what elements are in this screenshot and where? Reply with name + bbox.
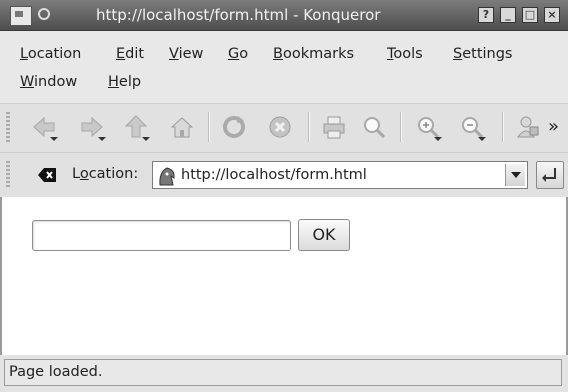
location-toolbar: Location: http://localhost/form.html xyxy=(0,152,568,198)
clear-location-icon[interactable] xyxy=(38,168,56,182)
go-button[interactable] xyxy=(536,161,564,189)
toolbar-drag-handle[interactable] xyxy=(6,112,10,144)
up-icon[interactable] xyxy=(122,113,150,141)
toolbar-separator xyxy=(208,112,210,142)
menu-bookmarks[interactable]: Bookmarks xyxy=(273,46,354,62)
up-dropdown-icon[interactable] xyxy=(142,137,150,141)
find-icon[interactable] xyxy=(360,113,388,141)
menu-view[interactable]: View xyxy=(169,46,203,62)
zoom-out-icon[interactable] xyxy=(458,113,486,141)
window-title: http://localhost/form.html - Konqueror xyxy=(96,6,381,24)
reload-icon[interactable] xyxy=(220,113,248,141)
form-text-input[interactable] xyxy=(32,220,291,251)
security-icon[interactable] xyxy=(514,113,542,141)
zoom-out-dropdown-icon[interactable] xyxy=(478,137,486,141)
location-combobox[interactable]: http://localhost/form.html xyxy=(152,161,528,189)
close-button[interactable]: × xyxy=(544,7,560,23)
sticky-pin-icon[interactable] xyxy=(38,8,50,20)
menu-location[interactable]: Location xyxy=(20,46,81,62)
forward-icon[interactable] xyxy=(78,113,106,141)
toolbar-separator xyxy=(502,112,504,142)
location-label: Location: xyxy=(72,166,139,182)
main-toolbar: » xyxy=(0,103,568,152)
maximize-button[interactable]: □ xyxy=(522,7,538,23)
menu-bar: Location Edit View Go Bookmarks Tools Settings… xyxy=(0,31,568,103)
help-window-icon[interactable]: ? xyxy=(478,7,494,23)
status-bar: Page loaded. xyxy=(0,356,568,392)
location-url[interactable]: http://localhost/form.html xyxy=(181,167,367,183)
location-history-dropdown-icon[interactable] xyxy=(505,164,525,186)
forward-dropdown-icon[interactable] xyxy=(98,137,106,141)
zoom-in-dropdown-icon[interactable] xyxy=(434,137,442,141)
status-panel: Page loaded. xyxy=(4,359,562,386)
toolbar-separator xyxy=(308,112,310,142)
ok-button[interactable]: OK xyxy=(298,219,350,251)
title-bar[interactable]: http://localhost/form.html - Konqueror ?… xyxy=(0,0,568,31)
location-drag-handle[interactable] xyxy=(6,161,10,189)
page-viewport: OK xyxy=(0,197,568,355)
menu-tools[interactable]: Tools xyxy=(387,46,423,62)
zoom-in-icon[interactable] xyxy=(414,113,442,141)
minimize-button[interactable]: _ xyxy=(500,7,516,23)
home-icon[interactable] xyxy=(168,113,196,141)
menu-help[interactable]: Help xyxy=(108,74,141,90)
menu-edit[interactable]: Edit xyxy=(116,46,144,62)
toolbar-overflow-button[interactable]: » xyxy=(548,116,559,137)
konqueror-favicon-icon xyxy=(157,166,177,186)
stop-icon[interactable] xyxy=(266,113,294,141)
status-text: Page loaded. xyxy=(9,364,103,380)
konqueror-window: http://localhost/form.html - Konqueror ?… xyxy=(0,0,568,392)
menu-window[interactable]: Window xyxy=(20,74,77,90)
print-icon[interactable] xyxy=(320,113,348,141)
back-icon[interactable] xyxy=(30,113,58,141)
menu-settings[interactable]: Settings xyxy=(453,46,513,62)
toolbar-separator xyxy=(400,112,402,142)
menu-go[interactable]: Go xyxy=(228,46,248,62)
back-dropdown-icon[interactable] xyxy=(50,137,58,141)
app-menu-icon[interactable] xyxy=(10,6,32,26)
